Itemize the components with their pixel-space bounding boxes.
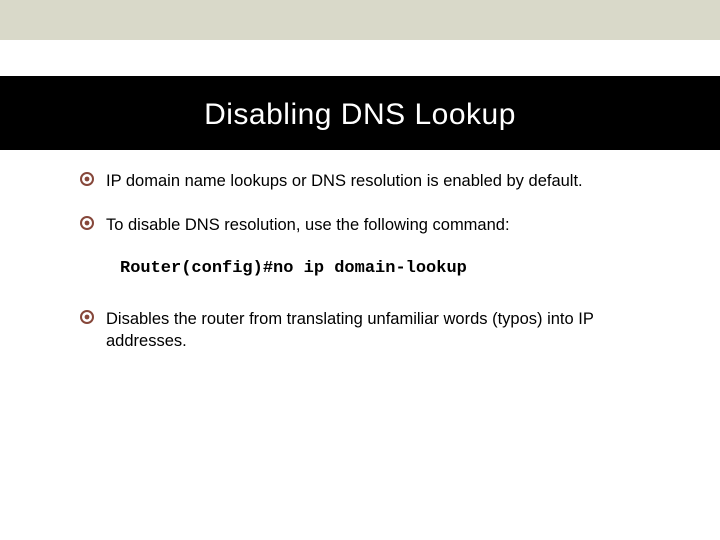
bullet-item: IP domain name lookups or DNS resolution… [80,170,664,192]
content-area: IP domain name lookups or DNS resolution… [0,150,720,352]
dot-bullet-icon [80,310,94,324]
title-band: Disabling DNS Lookup [0,76,720,150]
top-accent-band [0,0,720,40]
bullet-text: Disables the router from translating unf… [106,308,664,353]
bullet-item: Disables the router from translating unf… [80,308,664,353]
bullet-item: To disable DNS resolution, use the follo… [80,214,664,236]
dot-bullet-icon [80,172,94,186]
slide-title: Disabling DNS Lookup [0,98,720,132]
bullet-text: IP domain name lookups or DNS resolution… [106,170,583,192]
dot-bullet-icon [80,216,94,230]
bullet-text: To disable DNS resolution, use the follo… [106,214,510,236]
command-code: Router(config)#no ip domain-lookup [120,259,664,278]
